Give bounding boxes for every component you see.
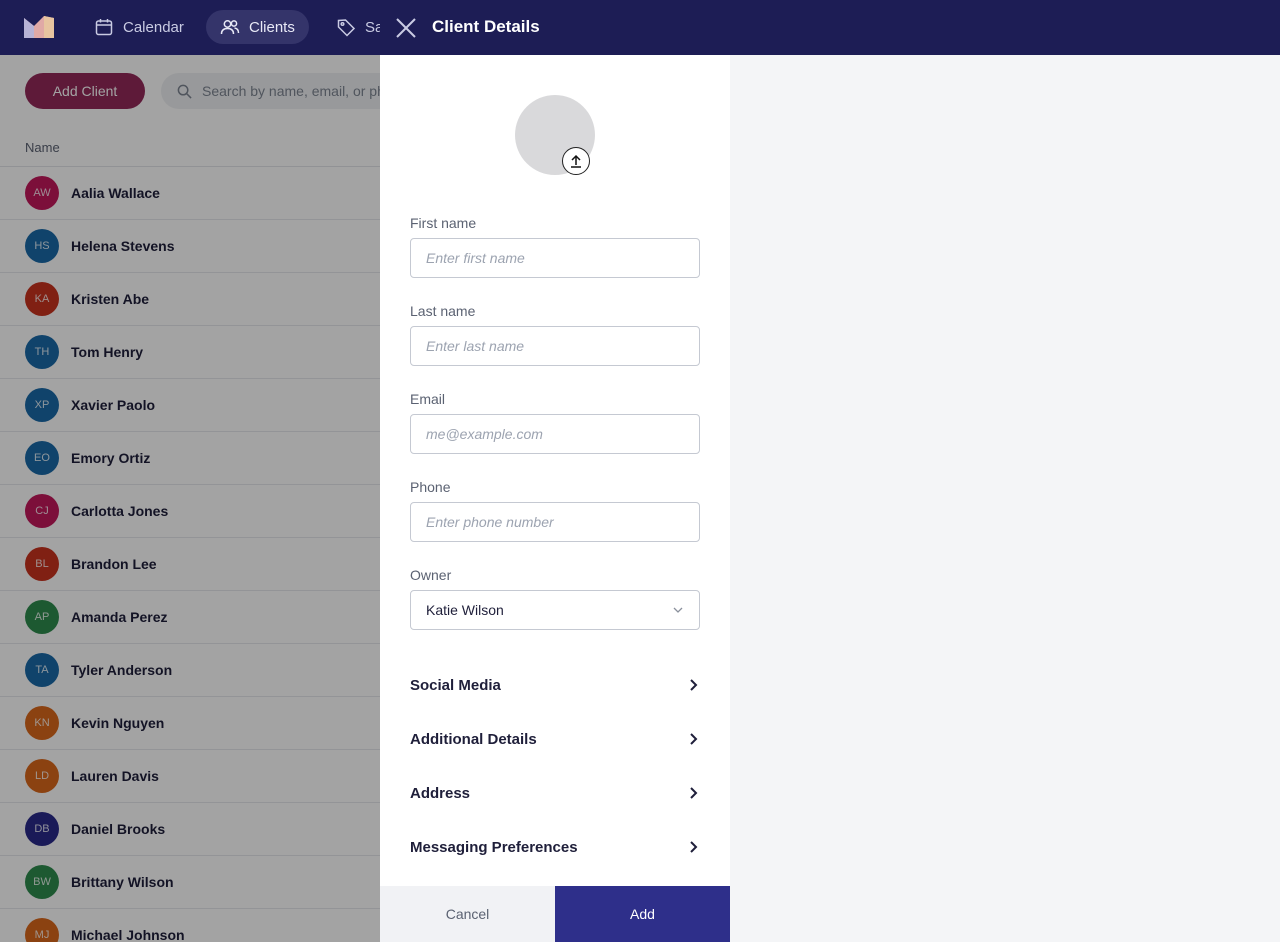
owner-label: Owner [410, 567, 452, 583]
client-details-drawer: First name Last name Email Phone Owner K… [380, 55, 730, 942]
drawer-side-area [730, 55, 1280, 942]
nav-clients-label: Clients [249, 18, 295, 36]
phone-label: Phone [410, 479, 451, 495]
tag-icon [337, 19, 356, 37]
chevron-right-icon [690, 841, 698, 853]
section-social-media[interactable]: Social Media [410, 670, 700, 700]
owner-selected-value: Katie Wilson [426, 602, 504, 618]
drawer-footer: Cancel Add [380, 886, 730, 942]
chevron-down-icon [673, 607, 683, 613]
upload-photo-button[interactable] [562, 147, 590, 175]
nav-calendar[interactable]: Calendar [80, 10, 198, 44]
drawer-title: Client Details [432, 17, 540, 36]
email-field[interactable] [410, 414, 700, 454]
add-button[interactable]: Add [555, 886, 730, 942]
calendar-icon [95, 19, 113, 36]
nav-calendar-label: Calendar [123, 18, 184, 36]
section-address-label: Address [410, 784, 471, 802]
chevron-right-icon [690, 787, 698, 799]
first-name-field[interactable] [410, 238, 700, 278]
first-name-label: First name [410, 215, 477, 231]
section-additional-details[interactable]: Additional Details [410, 724, 700, 754]
phone-field[interactable] [410, 502, 700, 542]
email-label: Email [410, 391, 446, 407]
users-icon [220, 20, 240, 35]
chevron-right-icon [690, 733, 698, 745]
upload-icon [571, 154, 581, 168]
app-logo-icon[interactable] [24, 16, 54, 38]
section-social-media-label: Social Media [410, 676, 501, 694]
last-name-label: Last name [410, 303, 476, 319]
section-additional-details-label: Additional Details [410, 730, 537, 748]
section-address[interactable]: Address [410, 778, 700, 808]
section-messaging-preferences[interactable]: Messaging Preferences [410, 832, 700, 862]
cancel-button[interactable]: Cancel [380, 886, 555, 942]
last-name-field[interactable] [410, 326, 700, 366]
nav-clients[interactable]: Clients [206, 10, 309, 44]
section-messaging-preferences-label: Messaging Preferences [410, 838, 578, 856]
chevron-right-icon [690, 679, 698, 691]
close-icon[interactable] [394, 16, 418, 40]
owner-select[interactable]: Katie Wilson [410, 590, 700, 630]
